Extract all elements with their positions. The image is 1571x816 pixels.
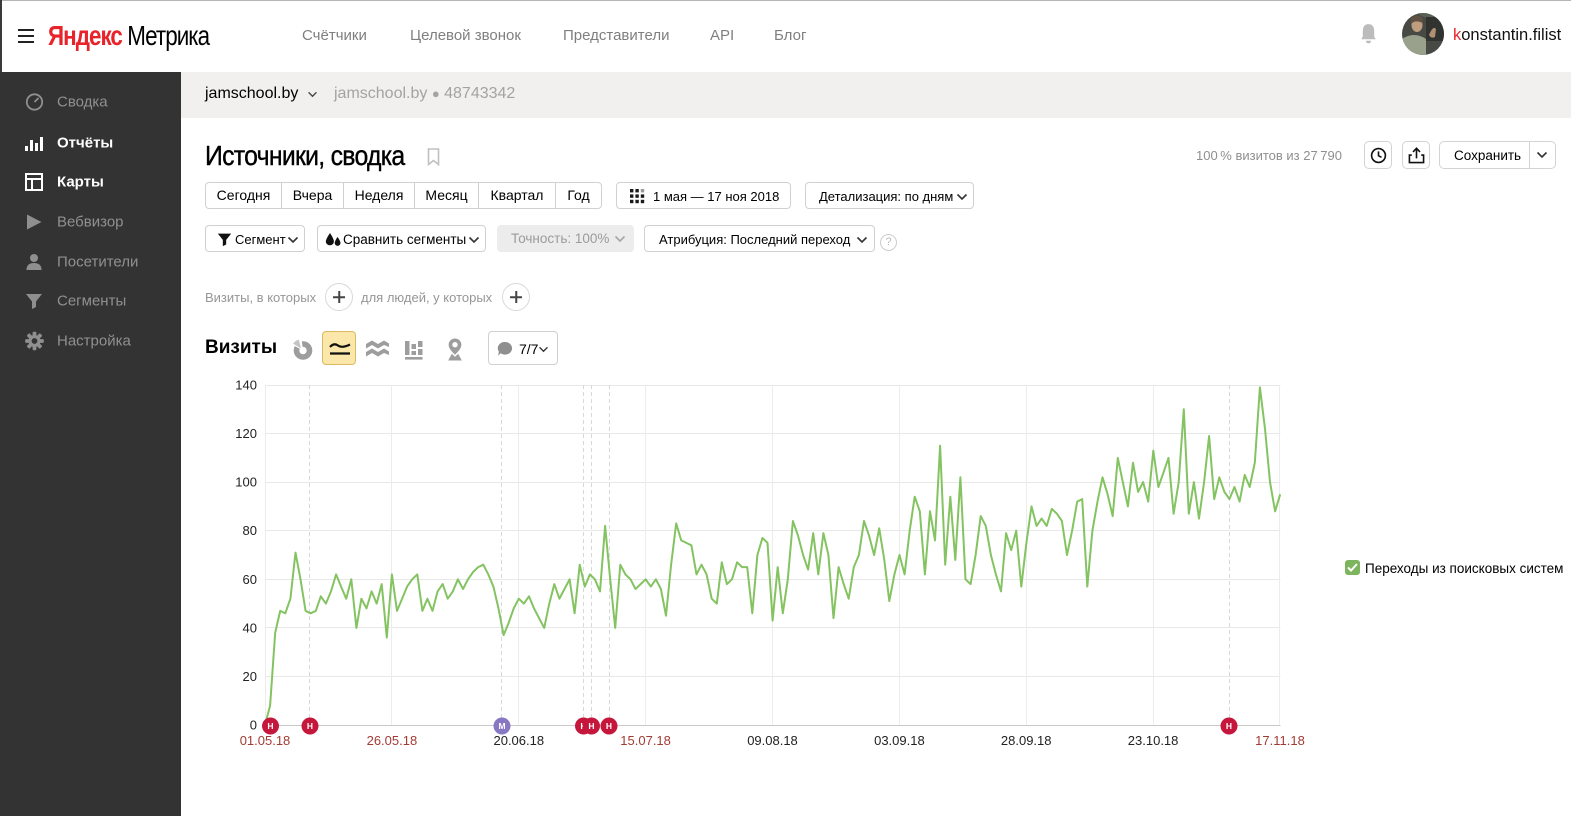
svg-text:Н: Н bbox=[606, 721, 612, 731]
svg-text:09.08.18: 09.08.18 bbox=[747, 733, 798, 748]
svg-text:20.06.18: 20.06.18 bbox=[493, 733, 544, 748]
svg-text:40: 40 bbox=[243, 620, 257, 635]
svg-text:28.09.18: 28.09.18 bbox=[1001, 733, 1052, 748]
svg-text:17.11.18: 17.11.18 bbox=[1255, 733, 1305, 748]
svg-text:М: М bbox=[498, 721, 505, 731]
svg-text:Н: Н bbox=[588, 721, 594, 731]
svg-text:0: 0 bbox=[250, 718, 257, 733]
svg-text:80: 80 bbox=[243, 523, 257, 538]
svg-text:03.09.18: 03.09.18 bbox=[874, 733, 925, 748]
svg-text:23.10.18: 23.10.18 bbox=[1128, 733, 1179, 748]
svg-text:140: 140 bbox=[235, 378, 257, 393]
svg-text:01.05.18: 01.05.18 bbox=[240, 733, 291, 748]
svg-text:120: 120 bbox=[235, 426, 257, 441]
svg-text:60: 60 bbox=[243, 572, 257, 587]
svg-text:100: 100 bbox=[235, 475, 257, 490]
svg-text:Н: Н bbox=[1226, 721, 1232, 731]
svg-text:Н: Н bbox=[307, 721, 313, 731]
svg-text:20: 20 bbox=[243, 669, 257, 684]
svg-text:26.05.18: 26.05.18 bbox=[367, 733, 418, 748]
svg-text:Н: Н bbox=[267, 721, 273, 731]
svg-text:15.07.18: 15.07.18 bbox=[620, 733, 671, 748]
